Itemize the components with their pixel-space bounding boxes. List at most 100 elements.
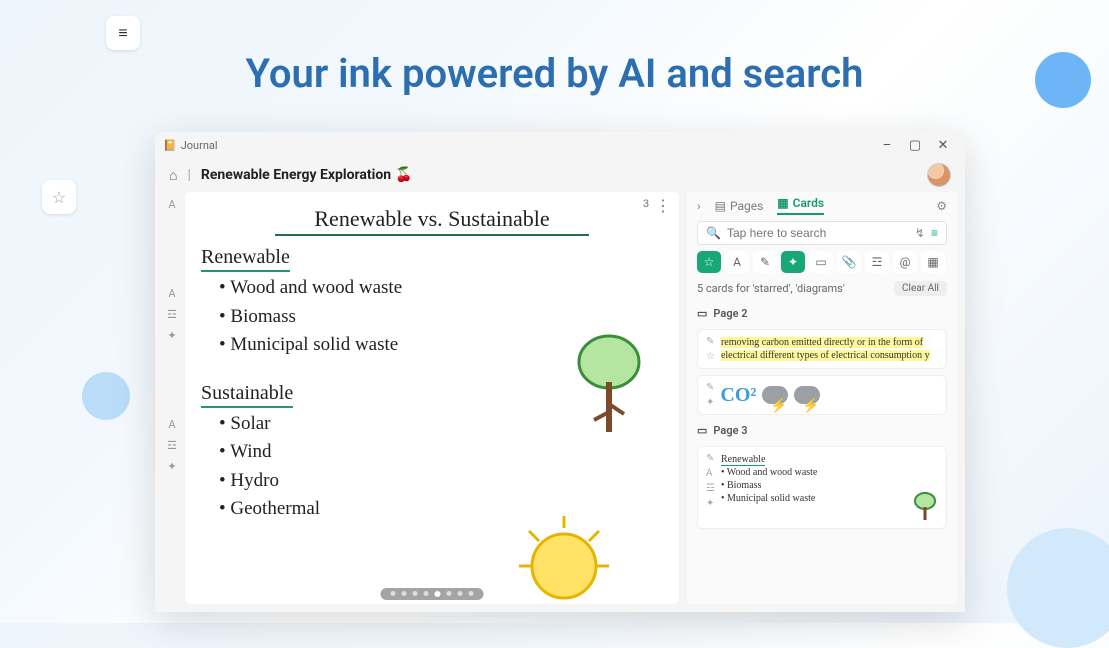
hero-title: Your ink powered by AI and search [0,50,1109,97]
text-icon: A [706,468,715,479]
tab-label: Pages [730,199,763,213]
panel-settings-button[interactable]: ⚙ [936,199,947,213]
search-bar[interactable]: 🔍 ↯ ≡ [697,221,947,245]
card-body: removing carbon emitted directly or in t… [721,336,938,362]
page-title-text: Renewable Energy Exploration [201,167,391,183]
card-title: Renewable [721,454,765,466]
star-icon: ☆ [52,188,66,207]
breadcrumb-separator: | [187,167,190,183]
page-indicator[interactable] [381,588,484,600]
pen-icon: ✎ [706,382,714,393]
card-item[interactable]: ✎ ✦ CO² ⚡ ⚡ [697,375,947,415]
page-label: Page 3 [713,424,747,437]
canvas-area: A A ☲ ✦ A ☲ ✦ 3 ⋮ Renewable vs. Sustaina… [163,192,679,604]
app-window: 📔 Journal – ▢ ✕ ⌂ | Renewable Energy Exp… [155,132,965,612]
journal-icon: 📔 [163,139,177,152]
filter-star[interactable]: ☆ [697,251,721,273]
section-title: Sustainable [201,382,293,408]
cloud-icon: ⚡ [762,386,788,404]
filter-icon[interactable]: ≡ [931,226,938,240]
note-canvas[interactable]: 3 ⋮ Renewable vs. Sustainable Renewable … [185,192,679,604]
page-label: Page 2 [713,307,747,320]
tree-icon [912,492,938,522]
maximize-button[interactable]: ▢ [901,138,929,153]
tag-icon: ✦ [706,397,714,408]
search-icon: 🔍 [706,226,721,240]
note-heading: Renewable vs. Sustainable [275,202,589,236]
results-summary: 5 cards for 'starred', 'diagrams' Clear … [697,281,947,296]
filter-clip[interactable]: 📎 [837,251,861,273]
gutter-list-icon[interactable]: ☲ [167,439,177,452]
card-line: Wood and wood waste [727,467,818,478]
home-button[interactable]: ⌂ [169,167,177,184]
filter-tag[interactable]: ✦ [781,251,805,273]
bg-circle [1007,528,1109,648]
canvas-more-button[interactable]: ⋮ [655,196,671,216]
card-side-icons: ✎ ✦ [706,382,714,408]
tab-cards[interactable]: ▦ Cards [777,196,824,215]
page-header[interactable]: ▭ Page 3 [697,421,947,440]
filter-cal[interactable]: ▦ [921,251,945,273]
results-text: 5 cards for 'starred', 'diagrams' [697,282,845,295]
filter-text[interactable]: A [725,251,749,273]
pages-icon: ▤ [715,199,726,213]
card-item[interactable]: ✎ A ☲ ✦ Renewable • Wood and wood waste … [697,446,947,529]
card-body: CO² ⚡ ⚡ [720,382,938,408]
gutter-tag-icon[interactable]: ✦ [167,460,176,473]
filter-pen[interactable]: ✎ [753,251,777,273]
mic-icon[interactable]: ↯ [915,226,925,240]
card-side-icons: ✎ A ☲ ✦ [706,453,715,522]
panel-tabs: › ▤ Pages ▦ Cards ⚙ [687,192,957,215]
pen-icon: ✎ [706,336,715,347]
tag-icon: ✦ [706,498,715,509]
gutter-text-icon[interactable]: A [168,418,175,431]
co2-label: CO² [720,382,756,408]
cloud-icon: ⚡ [794,386,820,404]
gutter-list-icon[interactable]: ☲ [167,308,177,321]
minimize-button[interactable]: – [873,138,901,153]
canvas-gutter: A A ☲ ✦ A ☲ ✦ [163,192,181,604]
tree-drawing [569,332,649,442]
side-panel: › ▤ Pages ▦ Cards ⚙ 🔍 ↯ ≡ ☆ A [687,192,957,604]
close-button[interactable]: ✕ [929,138,957,153]
list-item: Hydro [219,467,663,496]
favorite-button[interactable]: ☆ [42,180,76,214]
gutter-tag-icon[interactable]: ✦ [167,329,176,342]
list-item: Wood and wood waste [219,274,663,303]
doc-icon: ▭ [697,307,707,320]
gutter-text-icon[interactable]: A [168,287,175,300]
element-count: 3 [643,198,649,210]
card-side-icons: ✎ ☆ [706,336,715,362]
titlebar: 📔 Journal – ▢ ✕ [155,132,965,158]
filter-list[interactable]: ☲ [865,251,889,273]
app-name: 📔 Journal [163,139,218,152]
page-header[interactable]: ▭ Page 2 [697,304,947,323]
card-item[interactable]: ✎ ☆ removing carbon emitted directly or … [697,329,947,369]
list-icon: ☲ [706,483,715,494]
pen-icon: ✎ [706,453,715,464]
card-line: Municipal solid waste [727,493,815,504]
filter-at[interactable]: @ [893,251,917,273]
clear-filters-button[interactable]: Clear All [894,281,947,296]
app-name-label: Journal [181,139,218,152]
page-title: Renewable Energy Exploration 🍒 [201,167,413,183]
section-title: Renewable [201,246,290,272]
menu-button[interactable]: ≡ [106,16,140,50]
list-item: Wind [219,438,663,467]
cherry-icon: 🍒 [395,167,412,183]
tab-pages[interactable]: ▤ Pages [715,199,764,213]
card-text: removing carbon emitted directly or in t… [721,337,930,361]
list-item: Biomass [219,303,663,332]
hamburger-icon: ≡ [118,23,127,43]
card-body: Renewable • Wood and wood waste • Biomas… [721,453,938,522]
filter-row: ☆ A ✎ ✦ ▭ 📎 ☲ @ ▦ [697,251,947,273]
filter-page[interactable]: ▭ [809,251,833,273]
search-input[interactable] [727,226,909,240]
avatar[interactable] [927,163,951,187]
workspace: A A ☲ ✦ A ☲ ✦ 3 ⋮ Renewable vs. Sustaina… [155,192,965,612]
doc-icon: ▭ [697,424,707,437]
gutter-text-icon[interactable]: A [168,198,175,211]
bg-circle [82,372,130,420]
collapse-panel-button[interactable]: › [697,199,701,213]
cards-list: ▭ Page 2 ✎ ☆ removing carbon emitted dir… [687,304,957,604]
